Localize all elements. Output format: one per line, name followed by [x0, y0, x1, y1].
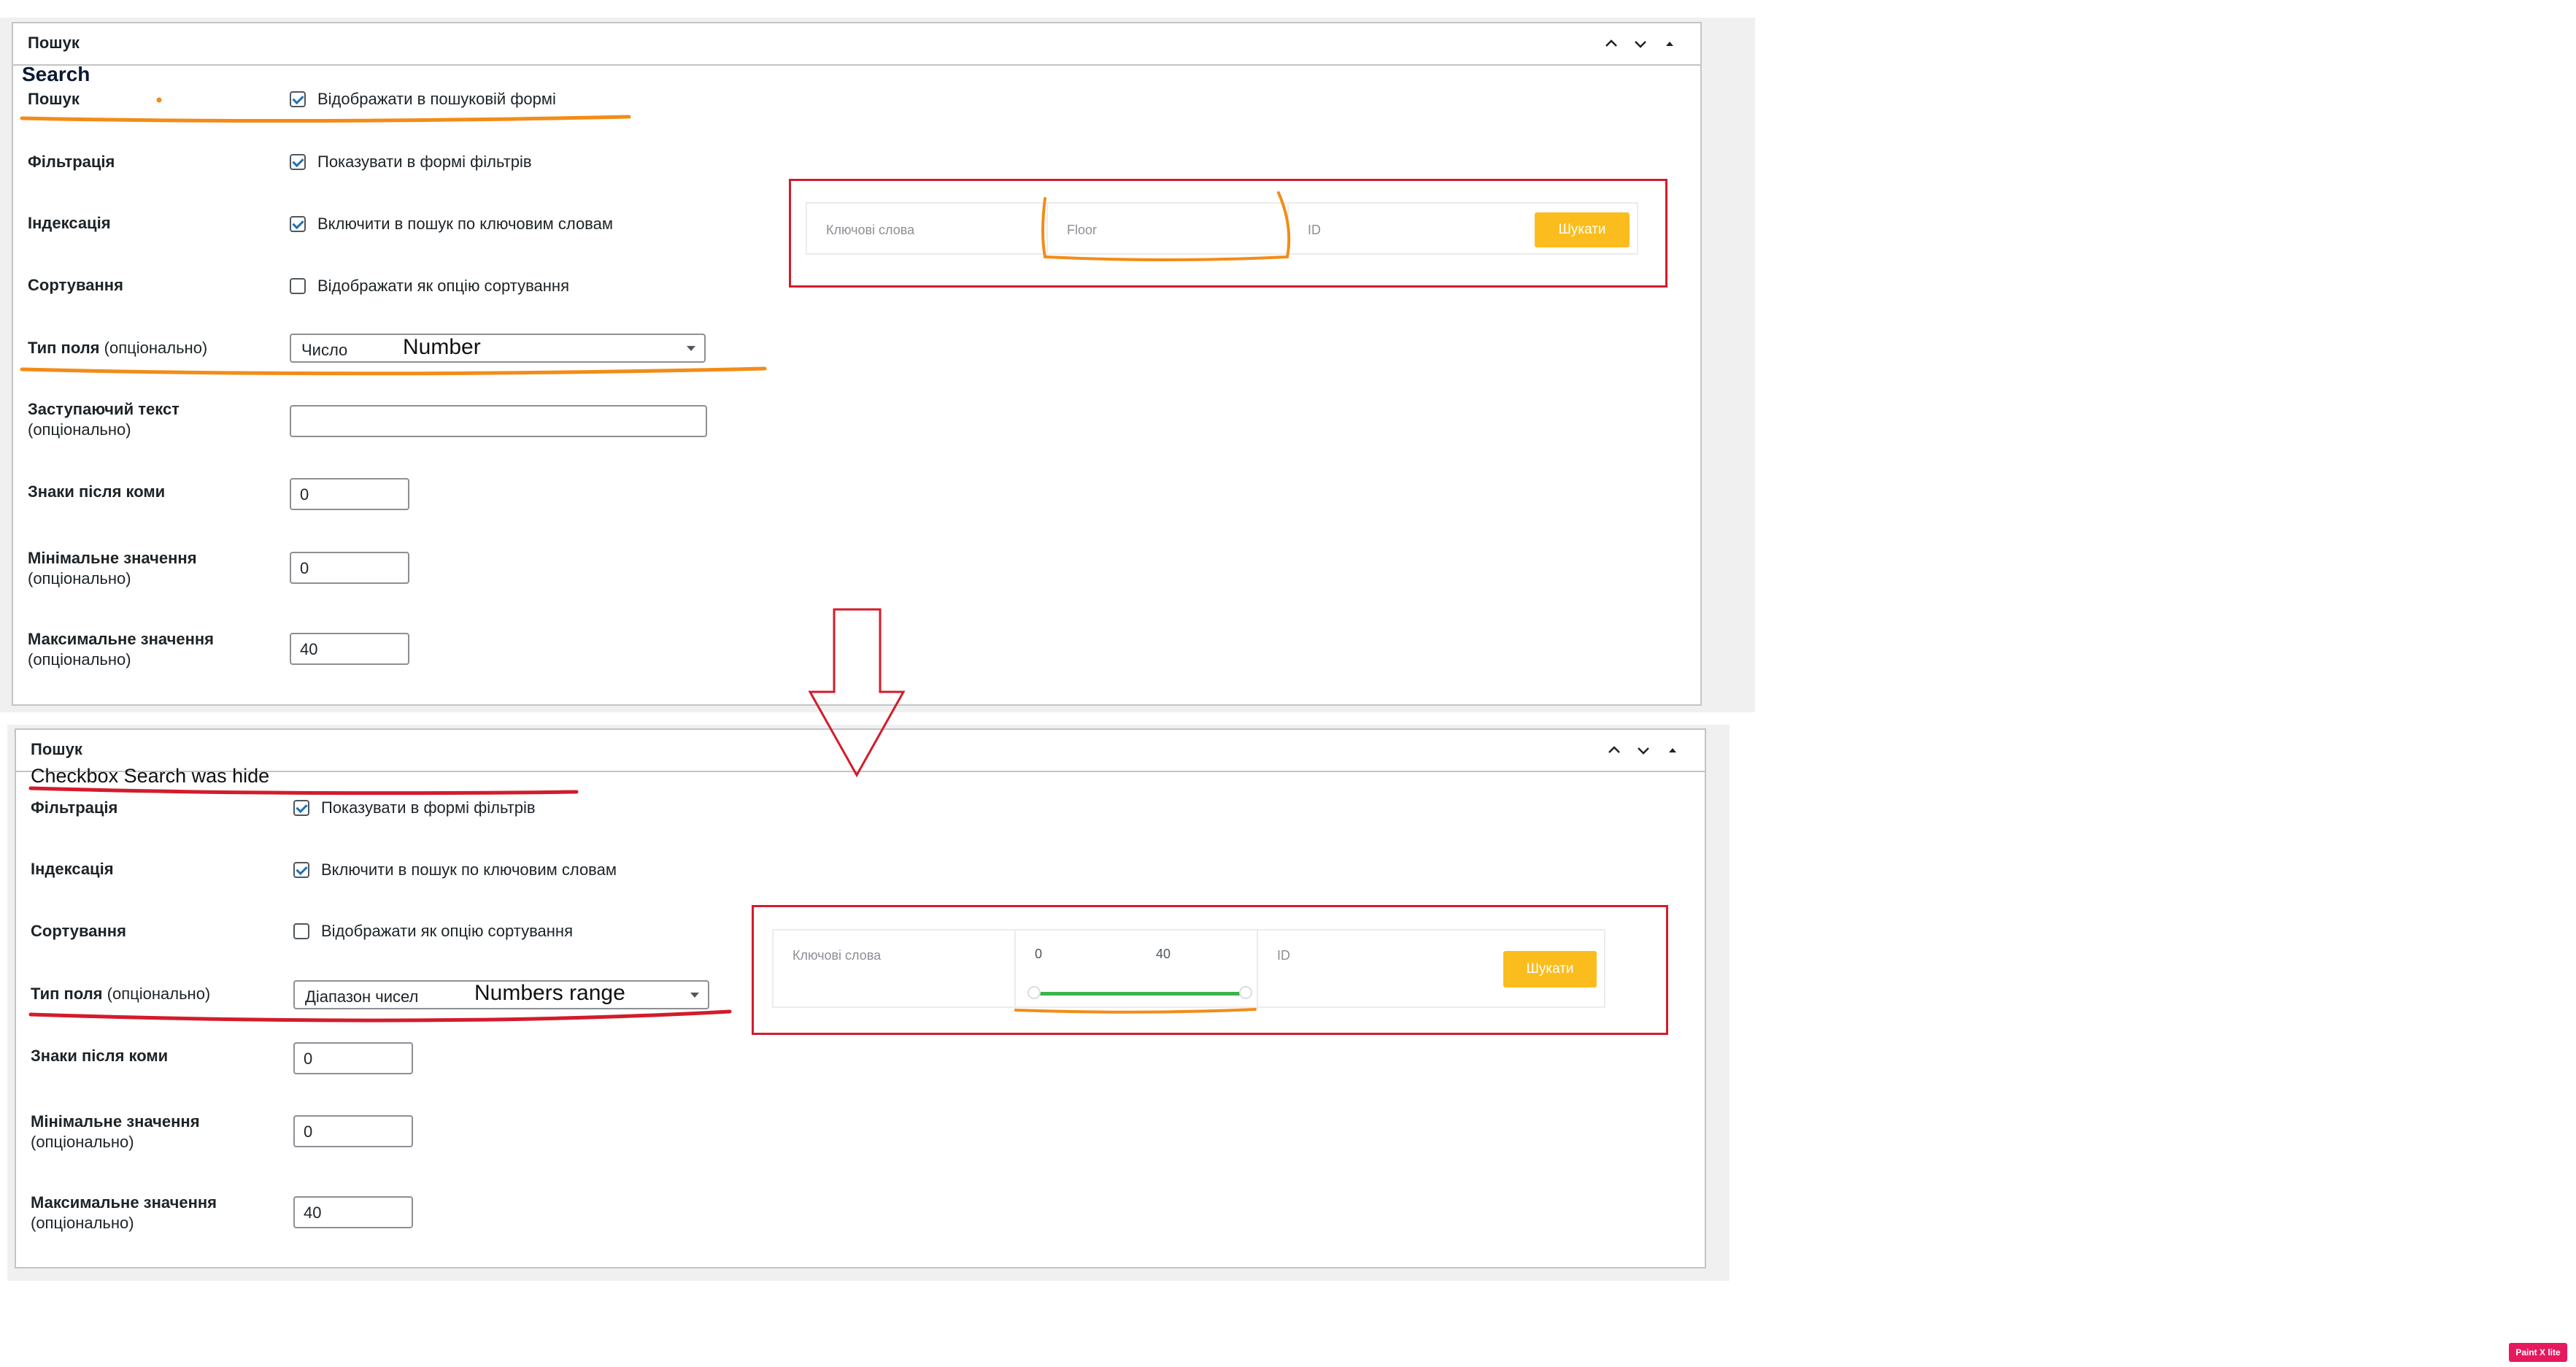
decimals-input[interactable]: 0	[290, 478, 409, 510]
optional-hint: (опціонально)	[104, 339, 208, 357]
field-type-value: Число	[301, 341, 348, 359]
decimals-label: Знаки після коми	[28, 482, 166, 501]
move-down-button[interactable]	[1626, 29, 1655, 58]
id-field[interactable]: ID	[1308, 223, 1321, 238]
field-type-select[interactable]: Число	[290, 334, 706, 363]
decimals-label: Знаки після коми	[31, 1047, 169, 1065]
filter-checkbox-label: Показувати в формі фільтрів	[317, 153, 532, 171]
search-checkbox-label: Відображати в пошуковій формі	[317, 90, 556, 108]
field-type-label-text: Тип поля	[31, 985, 103, 1003]
chevron-down-icon	[1635, 41, 1646, 48]
index-checkbox[interactable]	[293, 862, 309, 878]
index-checkbox[interactable]	[290, 216, 306, 232]
annotation-checkbox-hidden-note: Checkbox Search was hide	[31, 765, 270, 787]
annotation-search-title: Search	[22, 63, 90, 85]
move-down-button[interactable]	[1629, 736, 1658, 765]
top-search-panel: Пошук	[12, 22, 1702, 706]
index-checkbox-label: Включити в пошук по ключовим словам	[317, 215, 613, 233]
optional-hint: (опціонально)	[28, 569, 131, 588]
annotation-numbers-range: Numbers range	[474, 981, 625, 1005]
caret-down-icon	[687, 346, 695, 351]
search-preview-form: Ключові слова 0 40 ID Шукати	[772, 929, 1605, 1009]
paint-x-lite-badge: Paint X lite	[2509, 1343, 2567, 1362]
floor-field[interactable]: Floor	[1067, 223, 1097, 238]
placeholder-input[interactable]	[290, 405, 707, 437]
id-field[interactable]: ID	[1277, 948, 1290, 963]
chevron-down-icon	[1638, 747, 1649, 755]
collapse-button[interactable]	[1655, 29, 1684, 58]
sort-checkbox-label: Відображати як опцію сортування	[321, 922, 573, 940]
range-slider-min-handle[interactable]	[1027, 986, 1041, 999]
keywords-field[interactable]: Ключові слова	[793, 948, 881, 963]
sort-checkbox[interactable]	[290, 278, 306, 294]
min-value-label: Мінімальне значення (опціонально)	[28, 548, 197, 589]
field-type-label: Тип поля (опціонально)	[28, 338, 207, 358]
optional-hint: (опціонально)	[28, 420, 131, 439]
range-slider-max-handle[interactable]	[1239, 986, 1252, 999]
index-label: Індексація	[28, 214, 111, 232]
range-slider-track[interactable]	[1038, 992, 1242, 996]
optional-hint: (опціонально)	[107, 985, 211, 1003]
search-label: Пошук	[28, 90, 80, 108]
index-label: Індексація	[31, 860, 114, 878]
divider	[1014, 931, 1016, 1009]
divider	[1257, 931, 1258, 1009]
placeholder-label-text: Заступаючий текст	[28, 400, 180, 418]
optional-hint: (опціонально)	[31, 1133, 134, 1151]
min-value-input[interactable]: 0	[293, 1115, 413, 1147]
filter-checkbox-label: Показувати в формі фільтрів	[321, 798, 536, 817]
max-value-label-text: Максимальне значення	[28, 630, 214, 648]
placeholder-label: Заступаючий текст (опціонально)	[28, 399, 180, 440]
range-max-value: 40	[1156, 947, 1171, 961]
divider	[1287, 204, 1289, 256]
chevron-up-icon	[1605, 39, 1617, 47]
chevron-up-icon	[1608, 746, 1620, 753]
min-value-label: Мінімальне значення (опціонально)	[31, 1112, 200, 1152]
optional-hint: (опціонально)	[28, 650, 131, 669]
search-preview-form: Ключові слова Floor ID Шукати	[806, 202, 1638, 256]
sort-checkbox-label: Відображати як опцію сортування	[317, 277, 569, 295]
divider	[1046, 204, 1048, 256]
filter-label: Фільтрація	[31, 798, 118, 817]
sort-label: Сортування	[31, 922, 126, 940]
filter-label: Фільтрація	[28, 153, 115, 171]
move-up-button[interactable]	[1600, 736, 1629, 765]
panel-title: Пошук	[28, 34, 80, 52]
sort-checkbox[interactable]	[293, 923, 309, 939]
max-value-label: Максимальне значення (опціонально)	[28, 629, 214, 670]
optional-hint: (опціонально)	[31, 1214, 134, 1232]
max-value-input[interactable]: 40	[293, 1196, 413, 1228]
collapse-button[interactable]	[1658, 736, 1687, 765]
annotation-number: Number	[403, 335, 481, 359]
filter-checkbox[interactable]	[293, 800, 309, 816]
min-value-input[interactable]: 0	[290, 552, 409, 584]
range-min-value: 0	[1035, 947, 1043, 961]
triangle-up-icon	[1669, 748, 1676, 752]
caret-down-icon	[690, 993, 699, 998]
keywords-field[interactable]: Ключові слова	[826, 223, 914, 238]
field-type-value: Діапазон чисел	[305, 987, 419, 1006]
sort-label: Сортування	[28, 276, 123, 294]
filter-checkbox[interactable]	[290, 154, 306, 170]
decimals-input[interactable]: 0	[293, 1042, 413, 1074]
min-value-label-text: Мінімальне значення	[31, 1112, 200, 1131]
move-up-button[interactable]	[1597, 29, 1626, 58]
search-submit-button[interactable]: Шукати	[1535, 212, 1630, 247]
min-value-label-text: Мінімальне значення	[28, 549, 197, 567]
field-type-label-text: Тип поля	[28, 339, 100, 357]
index-checkbox-label: Включити в пошук по ключовим словам	[321, 860, 617, 879]
search-checkbox[interactable]	[290, 91, 306, 107]
max-value-label-text: Максимальне значення	[31, 1193, 217, 1212]
max-value-input[interactable]: 40	[290, 633, 409, 665]
field-type-label: Тип поля (опціонально)	[31, 984, 210, 1004]
search-submit-button[interactable]: Шукати	[1503, 951, 1597, 987]
triangle-up-icon	[1666, 42, 1673, 46]
panel-header: Пошук	[13, 23, 1700, 66]
panel-title: Пошук	[31, 740, 82, 758]
max-value-label: Максимальне значення (опціонально)	[31, 1193, 217, 1233]
